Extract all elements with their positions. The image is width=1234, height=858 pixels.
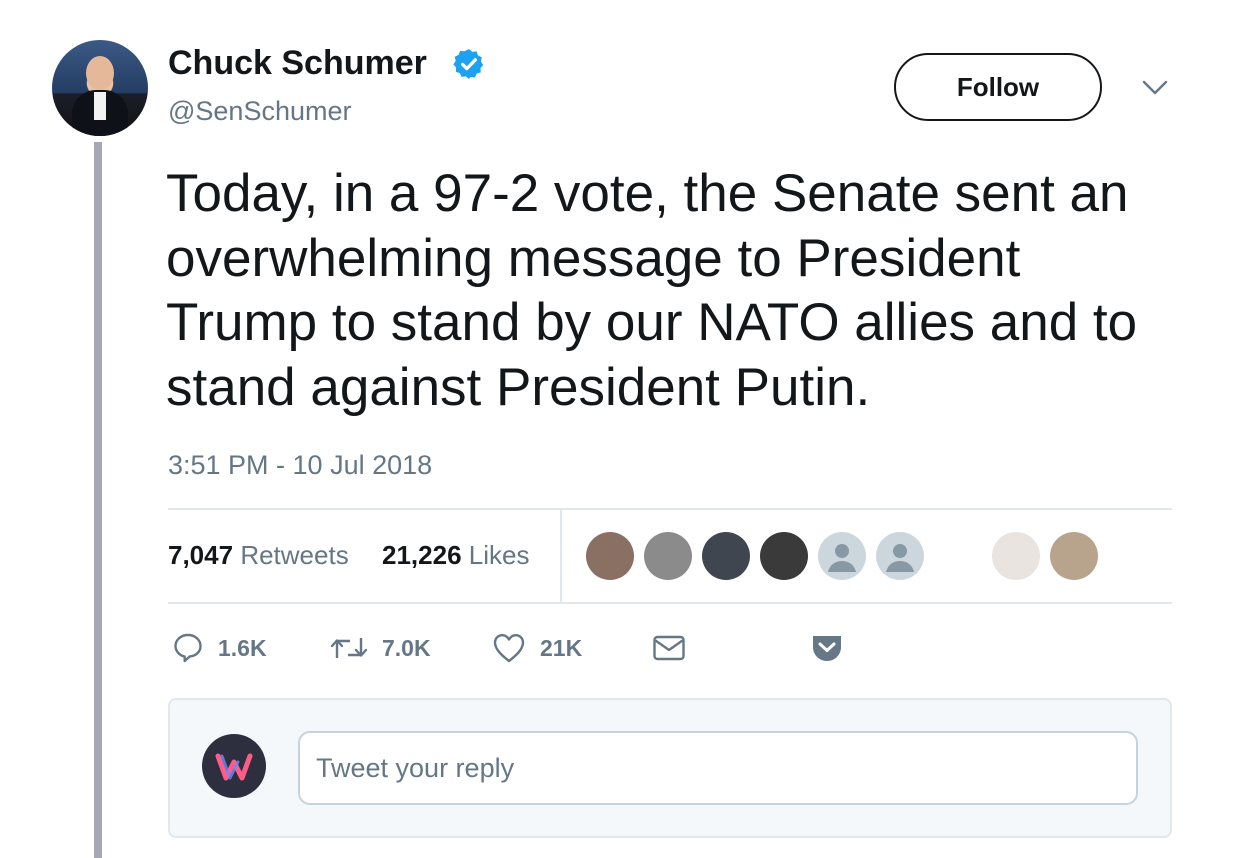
likes-stat[interactable]: 21,226 Likes — [382, 540, 529, 571]
reply-icon — [174, 633, 202, 663]
liker-avatar-2[interactable] — [644, 532, 692, 580]
author-handle[interactable]: @SenSchumer — [168, 96, 352, 127]
divider-bottom — [168, 602, 1172, 604]
avatar-shirt — [94, 92, 106, 120]
current-user-avatar[interactable] — [202, 734, 266, 798]
likes-count: 21,226 — [382, 540, 462, 570]
retweets-stat[interactable]: 7,047 Retweets — [168, 540, 349, 571]
divider-top — [168, 508, 1172, 510]
liker-avatar-7[interactable] — [934, 532, 982, 580]
pocket-action[interactable] — [810, 630, 844, 666]
like-action[interactable]: 21K — [492, 630, 582, 666]
retweet-action[interactable]: 7.0K — [330, 630, 431, 666]
liker-avatar-5-default[interactable] — [818, 532, 866, 580]
direct-message-action[interactable] — [652, 630, 686, 666]
retweets-count: 7,047 — [168, 540, 234, 570]
follow-button[interactable]: Follow — [894, 53, 1102, 121]
reply-count: 1.6K — [218, 634, 267, 661]
chevron-down-icon[interactable] — [1142, 78, 1168, 98]
retweet-icon — [330, 638, 368, 658]
reply-action[interactable]: 1.6K — [172, 630, 267, 666]
liker-avatar-4[interactable] — [760, 532, 808, 580]
liker-avatar-9[interactable] — [1050, 532, 1098, 580]
thread-line — [94, 142, 102, 858]
reply-input[interactable] — [298, 731, 1138, 805]
envelope-icon — [653, 635, 685, 661]
retweets-label: Retweets — [240, 540, 349, 570]
stats-divider — [560, 510, 562, 602]
liker-avatar-3[interactable] — [702, 532, 750, 580]
likes-label: Likes — [468, 540, 530, 570]
retweet-count: 7.0K — [382, 634, 431, 661]
liker-avatar-6-default[interactable] — [876, 532, 924, 580]
tweet-timestamp[interactable]: 3:51 PM - 10 Jul 2018 — [168, 450, 432, 481]
liker-avatar-8[interactable] — [992, 532, 1040, 580]
pocket-icon — [813, 636, 841, 661]
avatar-face — [86, 56, 114, 90]
author-name[interactable]: Chuck Schumer — [168, 44, 427, 83]
author-avatar[interactable] — [52, 40, 148, 136]
heart-icon — [493, 634, 525, 663]
user-logo-icon — [215, 753, 253, 781]
verified-badge-icon — [453, 49, 484, 79]
liker-avatar-1[interactable] — [586, 532, 634, 580]
tweet-text: Today, in a 97-2 vote, the Senate sent a… — [166, 164, 1138, 417]
like-count: 21K — [540, 634, 583, 661]
